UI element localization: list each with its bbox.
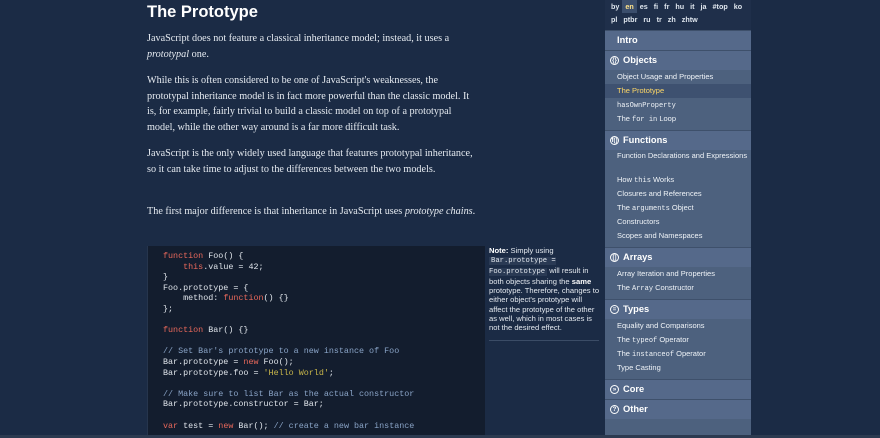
nav-section-core[interactable]: » Core: [605, 379, 751, 399]
nav-item-equality-and-comparisons[interactable]: Equality and Comparisons: [605, 319, 751, 333]
nav-item-object-usage-and-properties[interactable]: Object Usage and Properties: [605, 70, 751, 84]
nav-item-the-array-constructor[interactable]: The Array Constructor: [605, 281, 751, 295]
nav-section-title: Other: [623, 404, 648, 414]
code-line: // Set Bar's prototype to a new instance…: [163, 346, 400, 357]
nav-section-other[interactable]: ? Other: [605, 399, 751, 419]
nav-section-types[interactable]: = Types: [605, 299, 751, 319]
nav-item-the-prototype[interactable]: The Prototype: [605, 84, 751, 98]
code-line: var test = new Bar(); // create a new ba…: [163, 420, 415, 431]
language-link-by[interactable]: by: [608, 0, 622, 13]
objects-icon: {}: [610, 56, 619, 65]
nav-item-closures-and-references[interactable]: Closures and References: [605, 187, 751, 201]
page-margin: [751, 0, 880, 438]
arrays-icon: []: [610, 253, 619, 262]
code-line: }: [163, 272, 169, 283]
language-link-pl[interactable]: pl: [608, 13, 620, 26]
language-link-tr[interactable]: tr: [654, 13, 665, 26]
nav-item-function-declarations-and-expressions[interactable]: Function Declarations and Expressions: [605, 150, 751, 173]
types-icon: =: [610, 305, 619, 314]
nav-section-intro[interactable]: Intro: [605, 30, 751, 50]
language-link-ko[interactable]: ko: [731, 0, 745, 13]
nav-item-the-arguments-object[interactable]: The arguments Object: [605, 201, 751, 215]
nav-item-the-instanceof-operator[interactable]: The instanceof Operator: [605, 347, 751, 361]
nav-item-the-for-in-loop[interactable]: The for in Loop: [605, 112, 751, 126]
nav-sections: {} Objects Object Usage and Properties The …: [605, 50, 751, 419]
code-text: function Foo() { this.value = 42; } Foo.…: [148, 246, 485, 431]
language-link-it[interactable]: it: [687, 0, 697, 13]
language-link-zhtw[interactable]: zhtw: [679, 13, 701, 26]
nav-section-functions[interactable]: f() Functions: [605, 130, 751, 150]
language-link-fr[interactable]: fr: [661, 0, 672, 13]
functions-icon: f(): [610, 136, 619, 145]
nav-section-objects[interactable]: {} Objects: [605, 50, 751, 70]
paragraph-3: JavaScript is the only widely used langu…: [147, 148, 473, 175]
code-line: };: [163, 303, 174, 314]
language-bar: by en es fi fr hu it ja #top ko pl ptbr ru tr zh zhtw: [605, 0, 751, 30]
other-icon: ?: [610, 405, 619, 414]
nav-item-scopes-and-namespaces[interactable]: Scopes and Namespaces: [605, 229, 751, 243]
nav-item-array-iteration-and-properties[interactable]: Array Iteration and Properties: [605, 267, 751, 281]
nav-item-constructors[interactable]: Constructors: [605, 215, 751, 229]
sidebar-nav: by en es fi fr hu it ja #top ko pl ptbr ru tr zh zhtw I…: [605, 0, 751, 438]
nav-section-title: Functions: [623, 135, 668, 145]
code-block: function Foo() { this.value = 42; } Foo.…: [147, 246, 485, 438]
note-divider: [489, 340, 599, 341]
language-link-ja[interactable]: ja: [698, 0, 710, 13]
paragraph-1: JavaScript does not feature a classical …: [147, 33, 450, 60]
code-line: function Bar() {}: [163, 325, 249, 336]
code-line: method: function() {}: [163, 293, 289, 304]
nav-item-hasownproperty[interactable]: hasOwnProperty: [605, 98, 751, 112]
language-link-fi[interactable]: fi: [651, 0, 661, 13]
nav-item-how-this-works[interactable]: How this Works: [605, 173, 751, 187]
code-line: // Make sure to list Bar as the actual c…: [163, 388, 415, 399]
page-title: The Prototype: [147, 3, 258, 21]
language-link-ptbr[interactable]: ptbr: [620, 13, 640, 26]
nav-section-title: Core: [623, 384, 645, 394]
language-link-zh[interactable]: zh: [665, 13, 679, 26]
paragraph-4: The first major difference is that inher…: [147, 206, 476, 217]
nav-section-title: Types: [623, 304, 650, 314]
code-line: function Foo() {: [163, 251, 244, 261]
nav-item-the-typeof-operator[interactable]: The typeof Operator: [605, 333, 751, 347]
nav-section-title: Arrays: [623, 252, 653, 262]
language-link-ru[interactable]: ru: [640, 13, 653, 26]
nav-item-type-casting[interactable]: Type Casting: [605, 361, 751, 375]
nav-section-title: Objects: [623, 55, 658, 65]
code-line: Foo.prototype = {: [163, 282, 249, 293]
nav-section-arrays[interactable]: [] Arrays: [605, 247, 751, 267]
code-line: Bar.prototype.constructor = Bar;: [163, 399, 324, 410]
code-line: Bar.prototype.foo = 'Hello World';: [163, 367, 334, 378]
language-link-en[interactable]: en: [622, 0, 637, 13]
core-icon: »: [610, 385, 619, 394]
language-link-top[interactable]: #top: [710, 0, 731, 13]
language-link-hu[interactable]: hu: [672, 0, 687, 13]
language-link-es[interactable]: es: [637, 0, 651, 13]
side-note: Note: Simply using Bar.prototype = Foo.p…: [489, 246, 600, 332]
code-line: this.value = 42;: [183, 261, 264, 272]
paragraph-2: While this is often considered to be one…: [147, 75, 470, 133]
code-line: Bar.prototype = new Foo();: [163, 356, 294, 367]
